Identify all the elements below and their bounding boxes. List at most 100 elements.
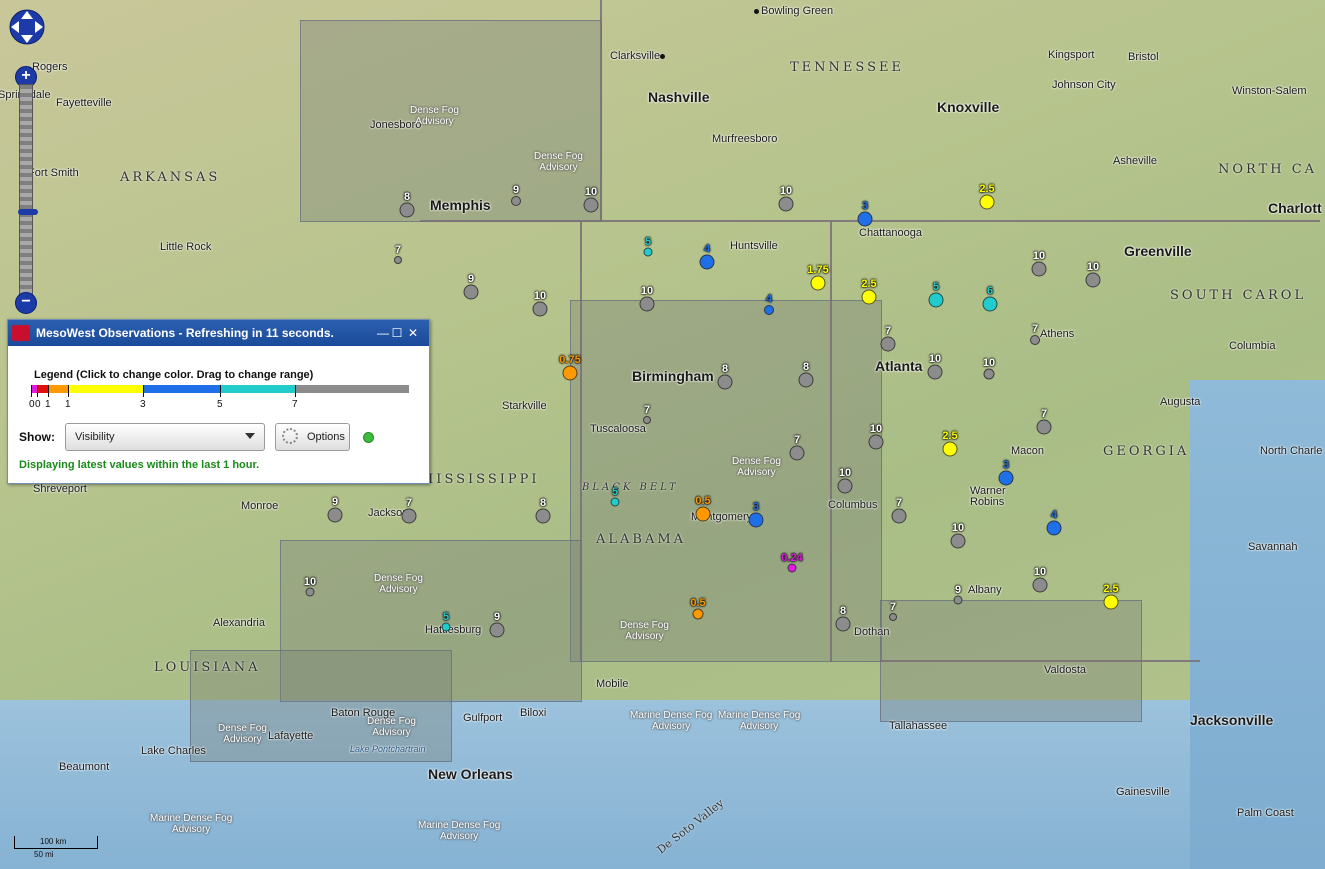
city-name: Albany — [968, 584, 1002, 596]
station-marker[interactable] — [639, 296, 655, 312]
station-marker[interactable] — [868, 434, 884, 450]
fog-advisory-label[interactable]: Dense Fog Advisory — [374, 573, 423, 595]
close-icon[interactable]: ✕ — [406, 320, 420, 346]
legend-tick — [143, 385, 144, 397]
station-value: 10 — [951, 521, 965, 534]
station-marker[interactable] — [861, 289, 877, 305]
station-value: 7 — [1031, 323, 1039, 335]
maximize-icon[interactable]: ☐ — [390, 320, 404, 346]
pan-control[interactable] — [8, 8, 46, 46]
window-titlebar[interactable]: MesoWest Observations - Refreshing in 11… — [8, 320, 429, 346]
station-marker[interactable] — [798, 372, 814, 388]
station-marker[interactable] — [787, 563, 797, 573]
station-marker[interactable] — [810, 275, 826, 291]
station-marker[interactable] — [857, 211, 873, 227]
station-marker[interactable] — [835, 616, 851, 632]
station-marker[interactable] — [394, 256, 402, 264]
zoom-out-button[interactable]: − — [15, 292, 37, 314]
station-marker[interactable] — [695, 506, 711, 522]
station-marker[interactable] — [399, 202, 415, 218]
station-marker[interactable] — [489, 622, 505, 638]
fog-advisory-label[interactable]: Dense Fog Advisory — [534, 151, 583, 173]
station-marker[interactable] — [891, 508, 907, 524]
station-marker[interactable] — [1085, 272, 1101, 288]
city-name: Shreveport — [33, 483, 87, 495]
station-marker[interactable] — [979, 194, 995, 210]
station-marker[interactable] — [562, 365, 578, 381]
station-marker[interactable] — [463, 284, 479, 300]
station-marker[interactable] — [643, 247, 653, 257]
city-name: Bristol — [1128, 51, 1159, 63]
station-marker[interactable] — [511, 196, 521, 206]
station-marker[interactable] — [305, 587, 315, 597]
station-marker[interactable] — [942, 441, 958, 457]
zoom-control[interactable]: + − — [15, 66, 38, 314]
station-marker[interactable] — [699, 254, 715, 270]
station-marker[interactable] — [789, 445, 805, 461]
station-marker[interactable] — [1046, 520, 1062, 536]
station-marker[interactable] — [950, 533, 966, 549]
station-marker[interactable] — [953, 595, 963, 605]
station-marker[interactable] — [692, 608, 704, 620]
station-marker[interactable] — [401, 508, 417, 524]
station-marker[interactable] — [643, 416, 651, 424]
feature-label: Lake Pontchartrain — [350, 744, 426, 754]
station-marker[interactable] — [717, 374, 733, 390]
fog-advisory-label[interactable]: Marine Dense Fog Advisory — [630, 710, 712, 732]
legend-segment[interactable] — [37, 385, 48, 393]
city-label: Murfreesboro — [712, 133, 777, 145]
options-button[interactable]: Options — [275, 423, 350, 451]
station-value: 7 — [793, 433, 801, 446]
city-name: Valdosta — [1044, 664, 1086, 676]
variable-select[interactable]: Visibility — [65, 423, 265, 451]
fog-advisory-label[interactable]: Marine Dense Fog Advisory — [150, 813, 232, 835]
station-marker[interactable] — [1036, 419, 1052, 435]
legend-segment[interactable] — [295, 385, 409, 393]
station-marker[interactable] — [327, 507, 343, 523]
station-marker[interactable] — [764, 305, 774, 315]
city-name: Clarksville — [610, 50, 661, 62]
station-marker[interactable] — [748, 512, 764, 528]
station-marker[interactable] — [889, 613, 897, 621]
city-name: Rogers — [32, 61, 68, 73]
station-marker[interactable] — [998, 470, 1014, 486]
zoom-slider-track[interactable] — [18, 84, 38, 298]
station-marker[interactable] — [1030, 335, 1040, 345]
station-value: 9 — [467, 272, 475, 285]
observations-window[interactable]: MesoWest Observations - Refreshing in 11… — [7, 319, 430, 484]
zoom-slider-thumb[interactable] — [18, 209, 38, 215]
fog-advisory-label[interactable]: Dense Fog Advisory — [367, 716, 416, 738]
fog-advisory-label[interactable]: Dense Fog Advisory — [732, 456, 781, 478]
station-marker[interactable] — [1031, 261, 1047, 277]
city-name: Gulfport — [463, 712, 503, 724]
legend-segment[interactable] — [68, 385, 143, 393]
station-marker[interactable] — [583, 197, 599, 213]
legend-segment[interactable] — [220, 385, 295, 393]
station-marker[interactable] — [532, 301, 548, 317]
station-marker[interactable] — [1032, 577, 1048, 593]
minimize-icon[interactable]: — — [376, 320, 390, 346]
fog-advisory-label[interactable]: Dense Fog Advisory — [410, 105, 459, 127]
pan-arrows-icon[interactable] — [8, 8, 46, 46]
station-marker[interactable] — [982, 296, 998, 312]
fog-advisory-label[interactable]: Marine Dense Fog Advisory — [418, 820, 500, 842]
station-marker[interactable] — [837, 478, 853, 494]
fog-advisory-label[interactable]: Marine Dense Fog Advisory — [718, 710, 800, 732]
city-label: Bowling Green — [754, 5, 833, 17]
station-marker[interactable] — [535, 508, 551, 524]
station-marker[interactable] — [928, 292, 944, 308]
station-marker[interactable] — [1103, 594, 1119, 610]
station-marker[interactable] — [983, 368, 995, 380]
station-marker[interactable] — [927, 364, 943, 380]
legend-segment[interactable] — [143, 385, 220, 393]
mesowest-logo-icon — [12, 325, 30, 341]
fog-advisory-label[interactable]: Dense Fog Advisory — [620, 620, 669, 642]
fog-advisory-label[interactable]: Dense Fog Advisory — [218, 723, 267, 745]
station-marker[interactable] — [441, 622, 451, 632]
city-name: Tuscaloosa — [590, 423, 646, 435]
station-marker[interactable] — [610, 497, 620, 507]
station-marker[interactable] — [880, 336, 896, 352]
station-value: 10 — [982, 356, 996, 369]
legend-segment[interactable] — [48, 385, 68, 393]
station-marker[interactable] — [778, 196, 794, 212]
